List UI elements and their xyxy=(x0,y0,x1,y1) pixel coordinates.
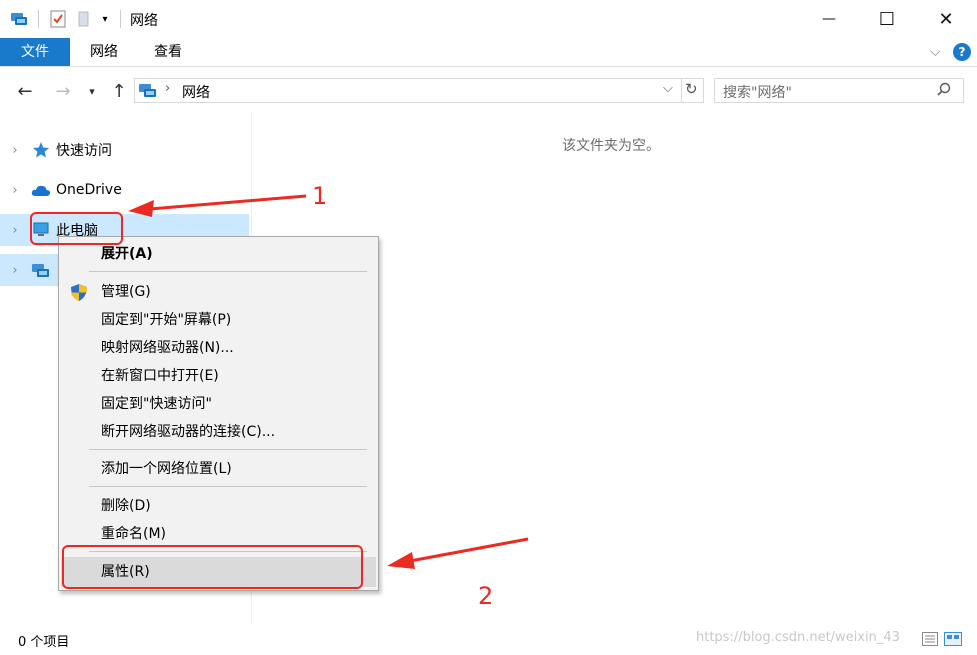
annotation-label-2: 2 xyxy=(478,582,494,610)
annotation-label-1: 1 xyxy=(312,182,328,210)
annotation-arrows xyxy=(128,194,529,569)
annotation-arrow-1 xyxy=(128,194,307,217)
annotation-arrow-2 xyxy=(387,537,529,569)
